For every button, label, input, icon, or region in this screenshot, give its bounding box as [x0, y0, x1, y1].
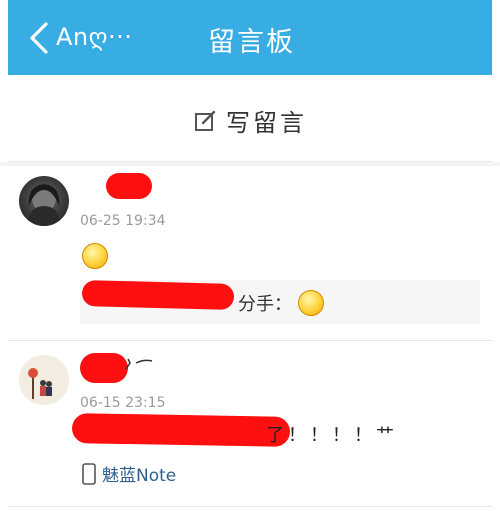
redacted-name	[80, 353, 128, 383]
redacted-text	[71, 413, 291, 447]
quote-text: 分手：	[238, 294, 292, 315]
page-title: 留言板	[208, 27, 295, 58]
message-item: 06-15 23:15 了！！！！艹 魅蓝Note	[8, 341, 492, 507]
write-message-row: 写留言	[8, 75, 492, 162]
redacted-name	[106, 173, 152, 199]
avatar-image	[19, 355, 69, 405]
name-fragment	[125, 358, 153, 370]
phone-icon	[82, 462, 96, 485]
avatar[interactable]	[19, 176, 69, 226]
quoted-reply: 分手：	[80, 280, 480, 324]
message-time: 06-25 19:34	[80, 213, 166, 229]
chevron-left-icon[interactable]	[24, 20, 60, 56]
edit-icon	[195, 110, 216, 131]
avatar-image	[27, 184, 61, 226]
back-button[interactable]: Anღ···	[56, 23, 132, 51]
device-link[interactable]: 魅蓝Note	[82, 461, 176, 486]
message-time: 06-15 23:15	[80, 395, 166, 411]
write-message-button[interactable]: 写留言	[194, 103, 307, 138]
avatar[interactable]	[19, 355, 69, 405]
smile-emoji-icon	[82, 243, 108, 269]
write-message-label: 写留言	[226, 109, 307, 137]
redacted-text	[81, 280, 235, 310]
device-label[interactable]: 魅蓝Note	[102, 461, 176, 486]
message-item: 06-25 19:34 分手：	[8, 166, 492, 341]
smile-emoji-icon	[298, 290, 324, 316]
message-text: 了！！！！艹	[266, 425, 398, 446]
header-bar: Anღ··· 留言板	[8, 0, 492, 75]
